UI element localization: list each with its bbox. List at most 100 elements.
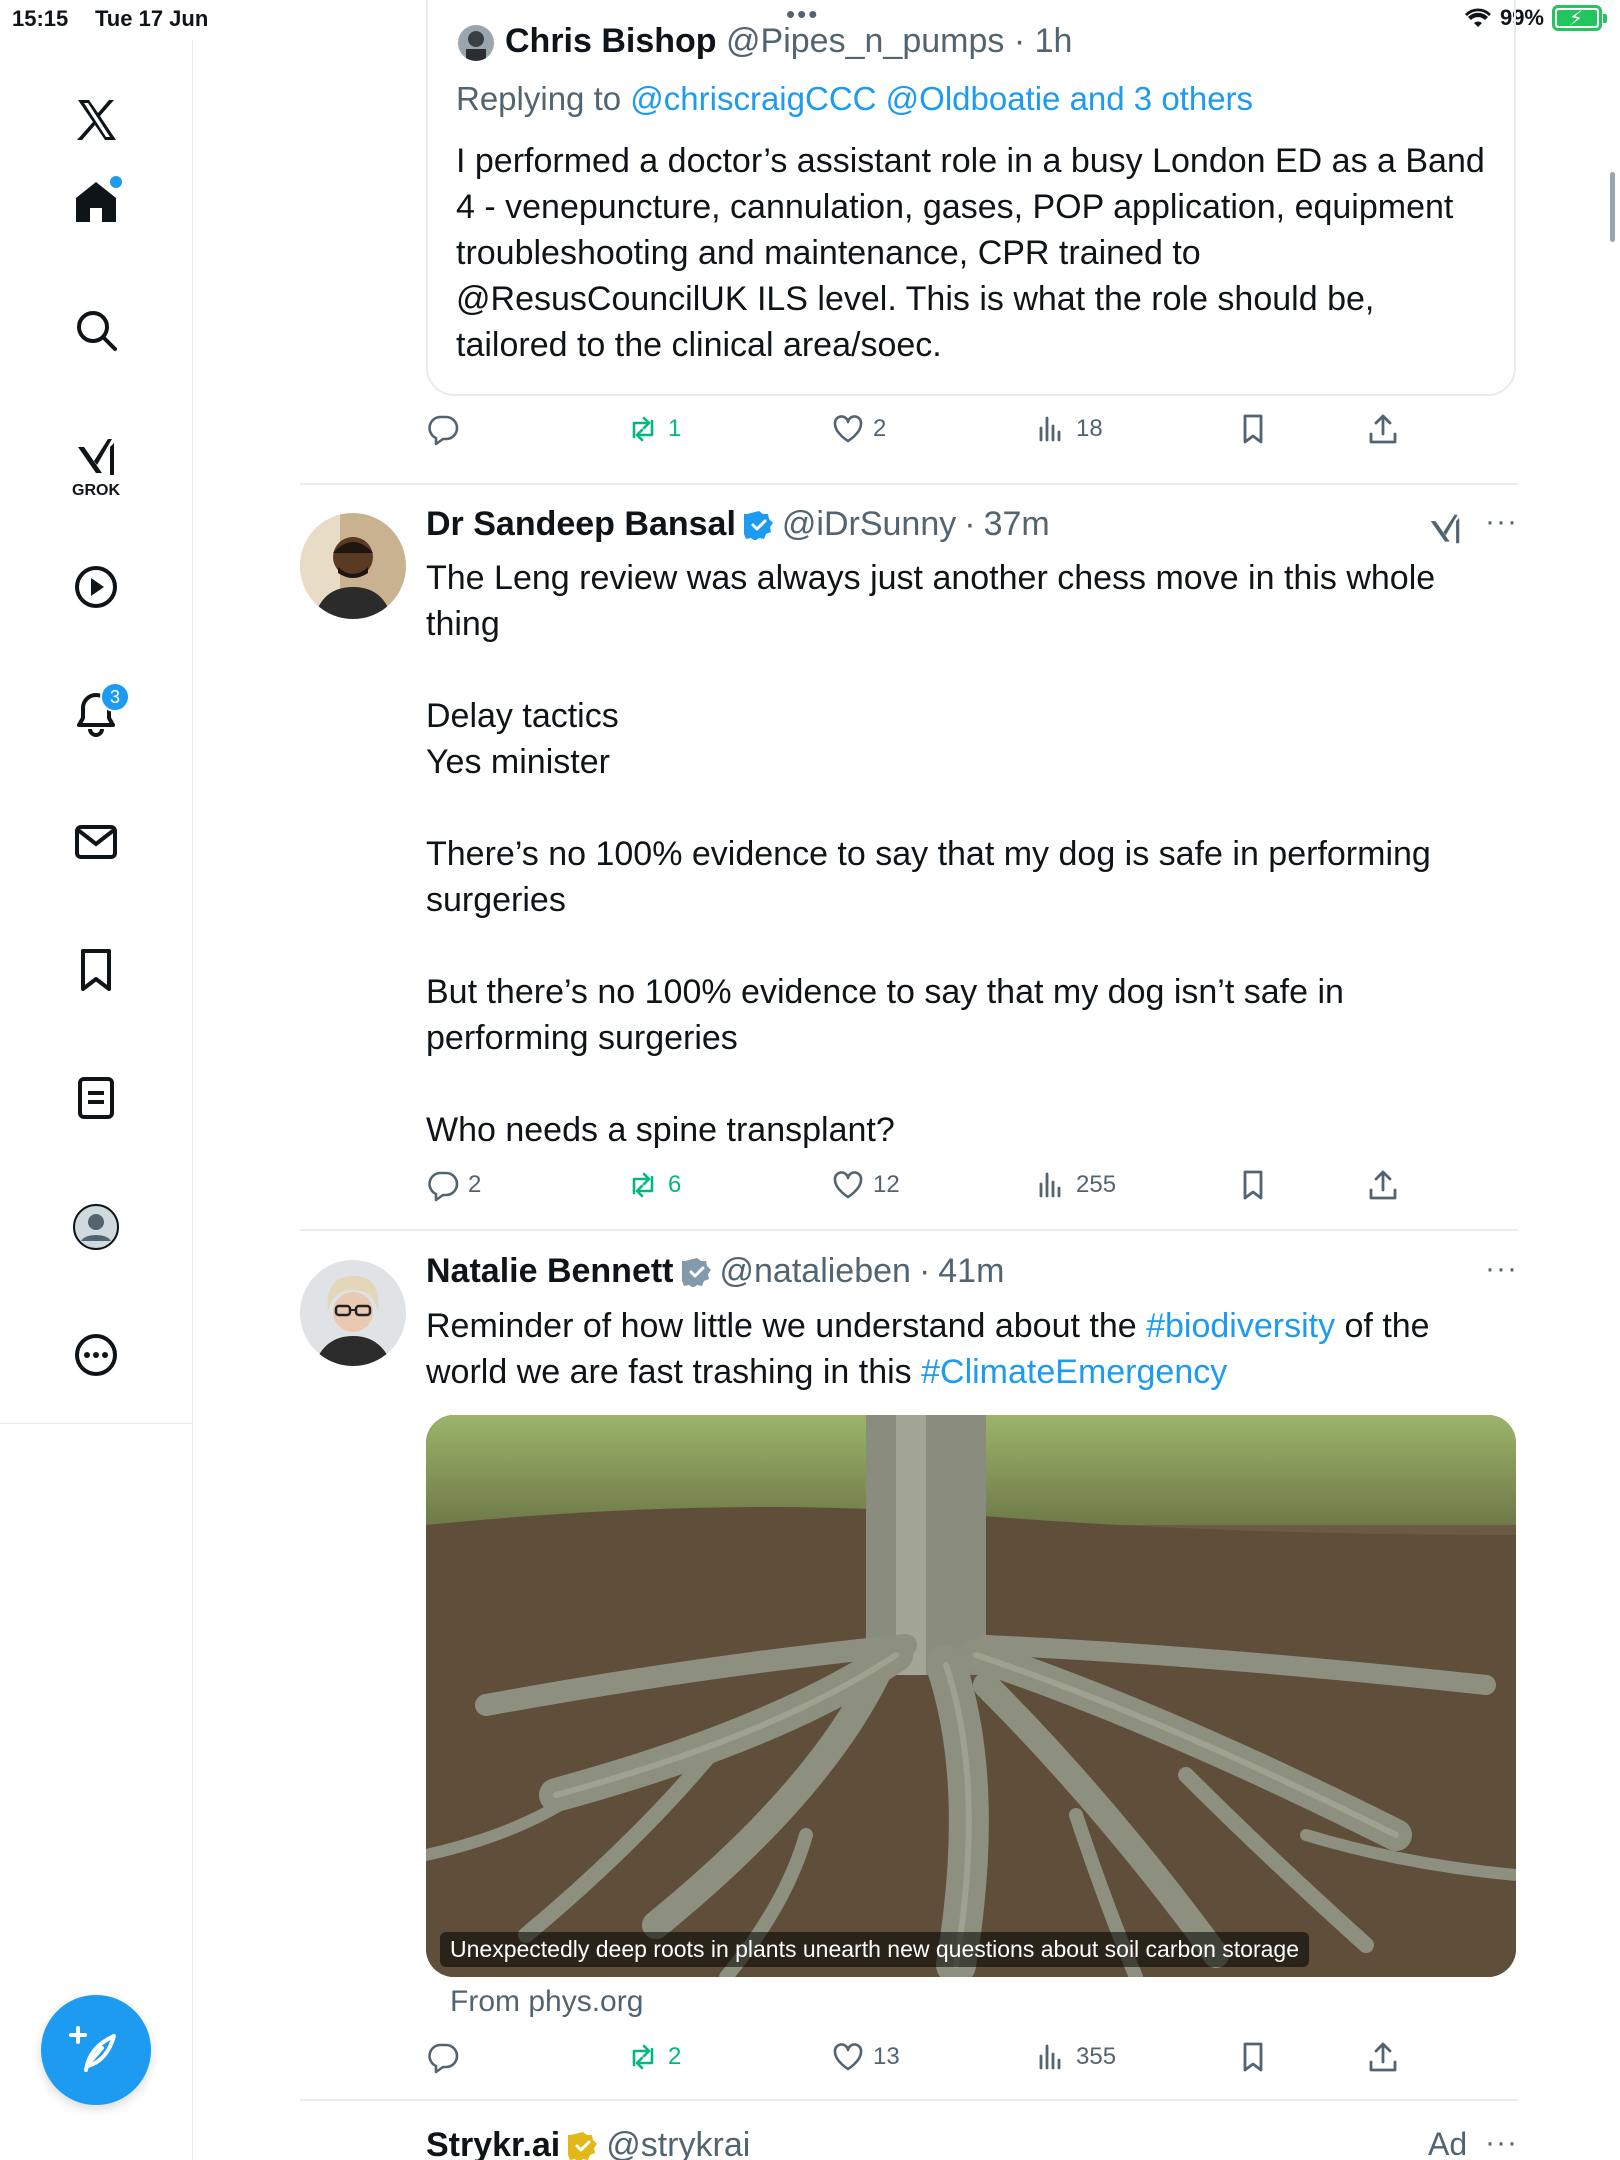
post-header: Natalie Bennett @natalieben · 41m — [426, 1252, 1005, 1291]
post-text-line — [426, 785, 1486, 831]
post-text-line: troubleshooting and maintenance, CPR tra… — [456, 234, 1201, 272]
views-count: 355 — [1076, 2043, 1117, 2070]
bookmark-button[interactable] — [1236, 2040, 1270, 2074]
post-text-line: @ResusCouncilUK ILS level. This is what … — [456, 280, 1375, 318]
verified-badge-blue-icon[interactable] — [743, 510, 774, 540]
bookmark-button[interactable] — [1236, 1168, 1270, 1202]
author-name[interactable]: Dr Sandeep Bansal — [426, 505, 736, 544]
like-button[interactable]: 12 — [831, 1168, 900, 1202]
share-icon — [1369, 414, 1397, 444]
post-actions: 2 13 355 — [426, 2040, 1516, 2090]
repost-icon — [632, 416, 654, 442]
status-time: 15:15 — [12, 6, 69, 31]
bookmark-icon — [1243, 2042, 1263, 2072]
like-icon — [833, 415, 863, 443]
repost-button[interactable]: 2 — [626, 2040, 681, 2074]
reply-icon — [428, 415, 459, 446]
share-button[interactable] — [1366, 2040, 1400, 2074]
link-source[interactable]: From phys.org — [450, 1985, 643, 2019]
search-icon[interactable] — [64, 298, 128, 362]
video-icon[interactable] — [64, 555, 128, 619]
views-count: 255 — [1076, 1171, 1117, 1198]
reply-button[interactable] — [426, 412, 468, 446]
post-text: Reminder of how little we understand abo… — [426, 1307, 1430, 1391]
more-options-icon[interactable] — [64, 1323, 128, 1387]
share-button[interactable] — [1366, 1168, 1400, 1202]
compose-post-button[interactable] — [41, 1995, 151, 2105]
post-header: Strykr.ai @strykrai — [426, 2126, 750, 2160]
hashtag-link[interactable]: #biodiversity — [1146, 1307, 1335, 1345]
post-divider — [300, 483, 1518, 485]
replying-prefix: Replying to — [456, 80, 622, 117]
post-text-line: tailored to the clinical area/soec. — [456, 326, 942, 364]
post-text-line: But there’s no 100% evidence to say that… — [426, 973, 1344, 1011]
repost-button[interactable]: 1 — [626, 412, 681, 446]
like-button[interactable]: 2 — [831, 412, 886, 446]
author-name[interactable]: Strykr.ai — [426, 2126, 560, 2160]
link-card-image[interactable]: Unexpectedly deep roots in plants uneart… — [426, 1415, 1516, 1977]
bookmarks-icon[interactable] — [64, 938, 128, 1002]
post-text-line: Who needs a spine transplant? — [426, 1111, 895, 1149]
views-count: 18 — [1076, 415, 1103, 442]
hashtag-link[interactable]: #ClimateEmergency — [921, 1353, 1227, 1391]
messages-envelope-icon[interactable] — [64, 810, 128, 874]
reply-button[interactable]: 2 — [426, 1168, 481, 1202]
quote-author-name[interactable]: Chris Bishop — [505, 22, 717, 60]
tree-roots-photo — [426, 1415, 1516, 1977]
author-handle[interactable]: @natalieben — [720, 1252, 911, 1291]
post-more-menu-icon[interactable]: ··· — [1485, 2126, 1518, 2160]
post-text-line: Delay tactics — [426, 697, 619, 735]
author-handle[interactable]: @strykrai — [606, 2126, 750, 2160]
x-logo-icon[interactable] — [64, 88, 128, 152]
repost-button[interactable]: 6 — [626, 1168, 681, 1202]
post-header: Dr Sandeep Bansal @iDrSunny · 37m — [426, 505, 1050, 544]
grok-explain-icon[interactable] — [1426, 510, 1464, 548]
quote-author-avatar[interactable] — [458, 25, 494, 61]
notifications-bell-icon[interactable]: 3 — [64, 682, 130, 746]
author-name[interactable]: Natalie Bennett — [426, 1252, 674, 1291]
post-text-line — [426, 923, 1486, 969]
share-icon — [1369, 1170, 1397, 1200]
home-icon[interactable] — [64, 170, 128, 234]
post-actions: 2 6 12 255 — [426, 1168, 1516, 1218]
scrollbar[interactable] — [1610, 172, 1615, 242]
repost-count: 1 — [668, 415, 682, 442]
lists-icon[interactable] — [64, 1066, 128, 1130]
post-more-menu-icon[interactable]: ··· — [1485, 1252, 1518, 1286]
views-icon — [1039, 1172, 1061, 1198]
profile-avatar-icon[interactable] — [64, 1195, 128, 1259]
share-button[interactable] — [1366, 412, 1400, 446]
verified-badge-grey-icon[interactable] — [681, 1257, 712, 1287]
quote-author-handle[interactable]: @Pipes_n_pumps — [726, 22, 1004, 60]
replying-to-users-link[interactable]: @chriscraigCCC @Oldboatie and 3 others — [630, 80, 1253, 117]
quote-post-header: Chris Bishop @Pipes_n_pumps · 1h — [505, 22, 1073, 60]
post-divider — [300, 2099, 1518, 2101]
grok-label: GROK — [72, 482, 120, 499]
like-icon — [833, 1171, 863, 1199]
repost-icon — [632, 1172, 654, 1198]
reply-button[interactable] — [426, 2040, 468, 2074]
reply-count: 2 — [468, 1171, 482, 1198]
author-avatar[interactable] — [300, 1260, 406, 1366]
quote-post-text: I performed a doctor’s assistant role in… — [456, 138, 1496, 368]
views-button[interactable]: 355 — [1034, 2040, 1116, 2074]
grok-icon[interactable] — [64, 425, 128, 489]
bookmark-button[interactable] — [1236, 412, 1270, 446]
author-avatar[interactable] — [300, 513, 406, 619]
post-text-line — [426, 1061, 1486, 1107]
views-button[interactable]: 255 — [1034, 1168, 1116, 1202]
link-card-title: Unexpectedly deep roots in plants uneart… — [440, 1932, 1309, 1967]
views-button[interactable]: 18 — [1034, 412, 1103, 446]
author-handle[interactable]: @iDrSunny — [782, 505, 956, 544]
post-more-menu-icon[interactable]: ··· — [1485, 505, 1518, 539]
post-text-line: I performed a doctor’s assistant role in… — [456, 142, 1485, 180]
like-button[interactable]: 13 — [831, 2040, 900, 2074]
post-text-line: The Leng review was always just another … — [426, 559, 1436, 597]
post-text-line: 4 - venepuncture, cannulation, gases, PO… — [456, 188, 1454, 226]
post-text-line: Yes minister — [426, 743, 610, 781]
verified-badge-gold-icon[interactable] — [568, 2131, 598, 2160]
post-text-line: performing surgeries — [426, 1019, 738, 1057]
reply-icon — [428, 2043, 459, 2074]
home-new-dot — [110, 176, 122, 188]
compose-feather-icon — [69, 2026, 116, 2072]
